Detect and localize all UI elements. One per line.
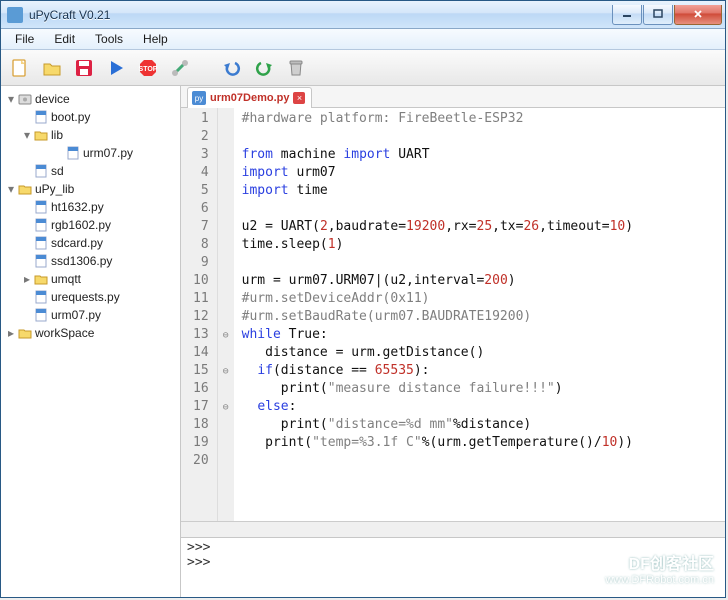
tree-item[interactable]: ▾ uPy_lib <box>3 180 178 198</box>
tree-twist-icon[interactable] <box>21 255 33 267</box>
tree-item[interactable]: ▸ workSpace <box>3 324 178 342</box>
py-icon <box>34 200 48 214</box>
tree-twist-icon[interactable] <box>21 309 33 321</box>
tree-twist-icon[interactable]: ▾ <box>5 183 17 195</box>
open-file-button[interactable] <box>39 55 65 81</box>
maximize-button[interactable] <box>643 5 673 25</box>
tree-item[interactable]: urm07.py <box>3 306 178 324</box>
repl-console[interactable]: >>> >>> <box>181 537 725 597</box>
folder-icon <box>18 326 32 340</box>
py-icon <box>34 308 48 322</box>
app-icon <box>7 7 23 23</box>
tree-item[interactable]: urequests.py <box>3 288 178 306</box>
menu-tools[interactable]: Tools <box>85 30 133 48</box>
tree-label: lib <box>51 128 63 142</box>
tree-twist-icon[interactable] <box>21 237 33 249</box>
tab-close-icon[interactable]: × <box>293 92 305 104</box>
tree-label: sd <box>51 164 64 178</box>
tab-filename: urm07Demo.py <box>210 92 289 104</box>
app-window: uPyCraft V0.21 File Edit Tools Help STOP… <box>0 0 726 598</box>
tree-twist-icon[interactable] <box>21 201 33 213</box>
disk-icon <box>18 92 32 106</box>
folder-icon <box>18 182 32 196</box>
undo-button[interactable] <box>219 55 245 81</box>
tree-item[interactable]: ▾ device <box>3 90 178 108</box>
tree-twist-icon[interactable]: ▾ <box>5 93 17 105</box>
tree-item[interactable]: sdcard.py <box>3 234 178 252</box>
py-icon <box>34 218 48 232</box>
toolbar: STOP <box>1 50 725 86</box>
tree-item[interactable]: ▸ umqtt <box>3 270 178 288</box>
code-area[interactable]: #hardware platform: FireBeetle-ESP32from… <box>234 108 725 521</box>
tab-active[interactable]: py urm07Demo.py × <box>187 87 312 108</box>
connect-button[interactable] <box>167 55 193 81</box>
save-button[interactable] <box>71 55 97 81</box>
tree-label: boot.py <box>51 110 90 124</box>
py-icon <box>66 146 80 160</box>
svg-text:py: py <box>195 94 203 103</box>
tree-item[interactable]: ssd1306.py <box>3 252 178 270</box>
tree-label: umqtt <box>51 272 81 286</box>
run-button[interactable] <box>103 55 129 81</box>
tree-twist-icon[interactable]: ▾ <box>21 129 33 141</box>
tree-label: uPy_lib <box>35 182 74 196</box>
tree-twist-icon[interactable] <box>53 147 65 159</box>
tree-label: urm07.py <box>83 146 133 160</box>
menu-help[interactable]: Help <box>133 30 178 48</box>
tree-twist-icon[interactable]: ▸ <box>21 273 33 285</box>
svg-text:STOP: STOP <box>139 66 158 73</box>
tree-item[interactable]: urm07.py <box>3 144 178 162</box>
delete-button[interactable] <box>283 55 309 81</box>
menubar: File Edit Tools Help <box>1 29 725 50</box>
py-icon <box>34 110 48 124</box>
redo-button[interactable] <box>251 55 277 81</box>
python-file-icon: py <box>192 91 206 105</box>
menu-edit[interactable]: Edit <box>44 30 85 48</box>
tree-label: device <box>35 92 70 106</box>
tree-label: rgb1602.py <box>51 218 111 232</box>
tree-item[interactable]: ht1632.py <box>3 198 178 216</box>
line-gutter: 1234567891011121314151617181920 <box>181 108 218 521</box>
window-title: uPyCraft V0.21 <box>29 8 612 22</box>
tree-label: sdcard.py <box>51 236 103 250</box>
menu-file[interactable]: File <box>5 30 44 48</box>
tree-twist-icon[interactable] <box>21 165 33 177</box>
minimize-button[interactable] <box>612 5 642 25</box>
tree-label: ht1632.py <box>51 200 104 214</box>
stop-button[interactable]: STOP <box>135 55 161 81</box>
tree-twist-icon[interactable] <box>21 111 33 123</box>
py-icon <box>34 290 48 304</box>
tab-bar: py urm07Demo.py × <box>181 86 725 108</box>
hscrollbar[interactable] <box>181 521 725 537</box>
py-icon <box>34 254 48 268</box>
tree-twist-icon[interactable]: ▸ <box>5 327 17 339</box>
file-tree[interactable]: ▾ device boot.py ▾ lib urm07.py sd ▾ uPy_lib ht16… <box>1 86 181 597</box>
tree-label: workSpace <box>35 326 94 340</box>
tree-twist-icon[interactable] <box>21 291 33 303</box>
tree-label: urm07.py <box>51 308 101 322</box>
tree-twist-icon[interactable] <box>21 219 33 231</box>
tree-item[interactable]: sd <box>3 162 178 180</box>
new-file-button[interactable] <box>7 55 33 81</box>
titlebar[interactable]: uPyCraft V0.21 <box>1 1 725 29</box>
tree-label: ssd1306.py <box>51 254 112 268</box>
folder-icon <box>34 128 48 142</box>
code-editor[interactable]: 1234567891011121314151617181920 ⊖⊖⊖ #har… <box>181 108 725 521</box>
tree-item[interactable]: ▾ lib <box>3 126 178 144</box>
py-icon <box>34 236 48 250</box>
tree-label: urequests.py <box>51 290 120 304</box>
py-icon <box>34 164 48 178</box>
close-button[interactable] <box>674 5 722 25</box>
tree-item[interactable]: rgb1602.py <box>3 216 178 234</box>
fold-gutter[interactable]: ⊖⊖⊖ <box>218 108 234 521</box>
folder-icon <box>34 272 48 286</box>
tree-item[interactable]: boot.py <box>3 108 178 126</box>
